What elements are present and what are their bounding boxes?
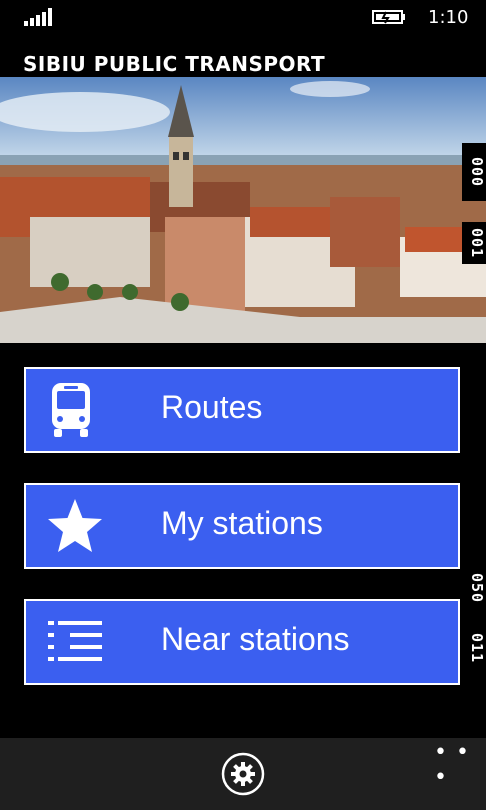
- gear-icon: [231, 762, 255, 786]
- my-stations-label: My stations: [161, 505, 323, 541]
- side-label-050: 050: [462, 566, 486, 610]
- clock: 1:10: [428, 7, 469, 28]
- side-label-011: 011: [462, 626, 486, 670]
- near-stations-label: Near stations: [161, 621, 350, 657]
- app-bar: • • •: [0, 738, 486, 810]
- bus-icon: [52, 383, 90, 437]
- list-icon: [48, 621, 102, 661]
- routes-label: Routes: [161, 389, 263, 425]
- status-bar: 1:10: [0, 0, 486, 36]
- hero-city-image: [0, 77, 486, 343]
- star-icon: [48, 499, 102, 552]
- side-label-000: 000: [462, 143, 486, 201]
- near-stations-button[interactable]: Near stations: [24, 599, 460, 685]
- my-stations-button[interactable]: My stations: [24, 483, 460, 569]
- more-options-button[interactable]: • • •: [434, 740, 486, 790]
- battery-charging-icon: [372, 10, 405, 24]
- signal-strength-icon: [24, 8, 56, 26]
- settings-button[interactable]: [221, 752, 265, 796]
- routes-button[interactable]: Routes: [24, 367, 460, 453]
- app-title: SIBIU PUBLIC TRANSPORT: [23, 52, 326, 76]
- side-label-001: 001: [462, 222, 486, 264]
